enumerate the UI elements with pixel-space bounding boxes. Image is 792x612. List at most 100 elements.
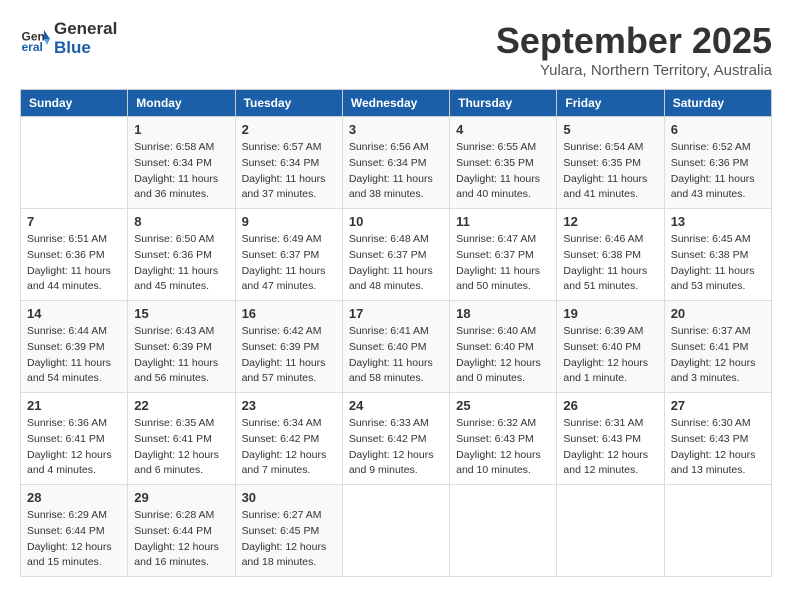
day-number: 19 <box>563 306 657 321</box>
calendar-day-cell: 20Sunrise: 6:37 AMSunset: 6:41 PMDayligh… <box>664 301 771 393</box>
calendar-day-cell: 12 Sunrise: 6:46 AMSunset: 6:38 PMDayligh… <box>557 209 664 301</box>
calendar-day-cell: 22 Sunrise: 6:35 AMSunset: 6:41 PMDayligh… <box>128 393 235 485</box>
day-info: Sunrise: 6:32 AMSunset: 6:43 PMDaylight:… <box>456 416 550 479</box>
day-number: 23 <box>242 398 336 413</box>
calendar-day-cell: 23 Sunrise: 6:34 AMSunset: 6:42 PMDayligh… <box>235 393 342 485</box>
day-info: Sunrise: 6:27 AMSunset: 6:45 PMDaylight:… <box>242 508 336 571</box>
calendar-day-cell: 29 Sunrise: 6:28 AMSunset: 6:44 PMDayligh… <box>128 485 235 577</box>
logo-general: General <box>54 19 117 38</box>
calendar-day-cell: 4 Sunrise: 6:55 AMSunset: 6:35 PMDaylight… <box>450 117 557 209</box>
day-number: 24 <box>349 398 443 413</box>
calendar-day-cell: 2 Sunrise: 6:57 AMSunset: 6:34 PMDaylight… <box>235 117 342 209</box>
calendar-day-cell: 3 Sunrise: 6:56 AMSunset: 6:34 PMDaylight… <box>342 117 449 209</box>
logo: Gen eral General Blue <box>20 20 117 57</box>
calendar-day-cell: 21Sunrise: 6:36 AMSunset: 6:41 PMDayligh… <box>21 393 128 485</box>
calendar-day-cell: 7Sunrise: 6:51 AMSunset: 6:36 PMDaylight… <box>21 209 128 301</box>
calendar-day-cell <box>664 485 771 577</box>
day-info: Sunrise: 6:49 AMSunset: 6:37 PMDaylight:… <box>242 232 336 295</box>
day-info: Sunrise: 6:33 AMSunset: 6:42 PMDaylight:… <box>349 416 443 479</box>
day-number: 3 <box>349 122 443 137</box>
day-of-week-header: Tuesday <box>235 90 342 117</box>
day-info: Sunrise: 6:30 AMSunset: 6:43 PMDaylight:… <box>671 416 765 479</box>
day-number: 8 <box>134 214 228 229</box>
day-of-week-header: Monday <box>128 90 235 117</box>
day-number: 14 <box>27 306 121 321</box>
location-subtitle: Yulara, Northern Territory, Australia <box>496 62 772 79</box>
day-info: Sunrise: 6:55 AMSunset: 6:35 PMDaylight:… <box>456 140 550 203</box>
day-of-week-header: Friday <box>557 90 664 117</box>
day-number: 26 <box>563 398 657 413</box>
day-info: Sunrise: 6:29 AMSunset: 6:44 PMDaylight:… <box>27 508 121 571</box>
day-info: Sunrise: 6:34 AMSunset: 6:42 PMDaylight:… <box>242 416 336 479</box>
calendar-day-cell: 14 Sunrise: 6:44 AMSunset: 6:39 PMDayligh… <box>21 301 128 393</box>
day-number: 10 <box>349 214 443 229</box>
day-number: 2 <box>242 122 336 137</box>
calendar-day-cell: 19 Sunrise: 6:39 AMSunset: 6:40 PMDayligh… <box>557 301 664 393</box>
day-number: 27 <box>671 398 765 413</box>
day-info: Sunrise: 6:56 AMSunset: 6:34 PMDaylight:… <box>349 140 443 203</box>
day-number: 4 <box>456 122 550 137</box>
calendar-day-cell: 28 Sunrise: 6:29 AMSunset: 6:44 PMDayligh… <box>21 485 128 577</box>
day-number: 11 <box>456 214 550 229</box>
calendar-day-cell: 25Sunrise: 6:32 AMSunset: 6:43 PMDayligh… <box>450 393 557 485</box>
day-info: Sunrise: 6:35 AMSunset: 6:41 PMDaylight:… <box>134 416 228 479</box>
calendar-week-row: 7Sunrise: 6:51 AMSunset: 6:36 PMDaylight… <box>21 209 772 301</box>
calendar-day-cell: 6 Sunrise: 6:52 AMSunset: 6:36 PMDaylight… <box>664 117 771 209</box>
calendar-day-cell: 9 Sunrise: 6:49 AMSunset: 6:37 PMDaylight… <box>235 209 342 301</box>
day-info: Sunrise: 6:44 AMSunset: 6:39 PMDaylight:… <box>27 324 121 387</box>
calendar-body: 1 Sunrise: 6:58 AMSunset: 6:34 PMDaylight… <box>21 117 772 577</box>
day-number: 21 <box>27 398 121 413</box>
calendar-day-cell: 24 Sunrise: 6:33 AMSunset: 6:42 PMDayligh… <box>342 393 449 485</box>
title-block: September 2025 Yulara, Northern Territor… <box>496 20 772 79</box>
calendar-day-cell <box>557 485 664 577</box>
calendar-day-cell: 11 Sunrise: 6:47 AMSunset: 6:37 PMDayligh… <box>450 209 557 301</box>
day-number: 17 <box>349 306 443 321</box>
day-info: Sunrise: 6:51 AMSunset: 6:36 PMDaylight:… <box>27 232 121 295</box>
day-number: 5 <box>563 122 657 137</box>
day-info: Sunrise: 6:46 AMSunset: 6:38 PMDaylight:… <box>563 232 657 295</box>
calendar-day-cell: 8 Sunrise: 6:50 AMSunset: 6:36 PMDaylight… <box>128 209 235 301</box>
svg-text:eral: eral <box>22 40 43 54</box>
day-info: Sunrise: 6:39 AMSunset: 6:40 PMDaylight:… <box>563 324 657 387</box>
calendar-day-cell <box>342 485 449 577</box>
calendar-week-row: 14 Sunrise: 6:44 AMSunset: 6:39 PMDayligh… <box>21 301 772 393</box>
calendar-day-cell: 1 Sunrise: 6:58 AMSunset: 6:34 PMDaylight… <box>128 117 235 209</box>
day-of-week-header: Saturday <box>664 90 771 117</box>
calendar-day-cell: 27 Sunrise: 6:30 AMSunset: 6:43 PMDayligh… <box>664 393 771 485</box>
day-info: Sunrise: 6:31 AMSunset: 6:43 PMDaylight:… <box>563 416 657 479</box>
day-number: 18 <box>456 306 550 321</box>
day-number: 20 <box>671 306 765 321</box>
calendar-header-row: SundayMondayTuesdayWednesdayThursdayFrid… <box>21 90 772 117</box>
calendar-day-cell <box>21 117 128 209</box>
page-header: Gen eral General Blue September 2025 Yul… <box>20 20 772 79</box>
calendar-week-row: 28 Sunrise: 6:29 AMSunset: 6:44 PMDayligh… <box>21 485 772 577</box>
day-number: 22 <box>134 398 228 413</box>
calendar-table: SundayMondayTuesdayWednesdayThursdayFrid… <box>20 89 772 577</box>
day-info: Sunrise: 6:47 AMSunset: 6:37 PMDaylight:… <box>456 232 550 295</box>
day-info: Sunrise: 6:45 AMSunset: 6:38 PMDaylight:… <box>671 232 765 295</box>
day-number: 30 <box>242 490 336 505</box>
day-number: 13 <box>671 214 765 229</box>
day-info: Sunrise: 6:42 AMSunset: 6:39 PMDaylight:… <box>242 324 336 387</box>
day-info: Sunrise: 6:54 AMSunset: 6:35 PMDaylight:… <box>563 140 657 203</box>
calendar-day-cell: 13 Sunrise: 6:45 AMSunset: 6:38 PMDayligh… <box>664 209 771 301</box>
day-info: Sunrise: 6:40 AMSunset: 6:40 PMDaylight:… <box>456 324 550 387</box>
day-info: Sunrise: 6:48 AMSunset: 6:37 PMDaylight:… <box>349 232 443 295</box>
day-number: 16 <box>242 306 336 321</box>
day-info: Sunrise: 6:50 AMSunset: 6:36 PMDaylight:… <box>134 232 228 295</box>
day-number: 6 <box>671 122 765 137</box>
logo-blue: Blue <box>54 38 91 57</box>
day-number: 29 <box>134 490 228 505</box>
day-info: Sunrise: 6:52 AMSunset: 6:36 PMDaylight:… <box>671 140 765 203</box>
calendar-day-cell: 15Sunrise: 6:43 AMSunset: 6:39 PMDayligh… <box>128 301 235 393</box>
day-info: Sunrise: 6:28 AMSunset: 6:44 PMDaylight:… <box>134 508 228 571</box>
day-number: 1 <box>134 122 228 137</box>
day-number: 28 <box>27 490 121 505</box>
day-number: 9 <box>242 214 336 229</box>
calendar-day-cell: 18 Sunrise: 6:40 AMSunset: 6:40 PMDayligh… <box>450 301 557 393</box>
calendar-day-cell: 5 Sunrise: 6:54 AMSunset: 6:35 PMDaylight… <box>557 117 664 209</box>
day-info: Sunrise: 6:58 AMSunset: 6:34 PMDaylight:… <box>134 140 228 203</box>
day-info: Sunrise: 6:57 AMSunset: 6:34 PMDaylight:… <box>242 140 336 203</box>
day-number: 12 <box>563 214 657 229</box>
logo-icon: Gen eral <box>20 24 50 54</box>
